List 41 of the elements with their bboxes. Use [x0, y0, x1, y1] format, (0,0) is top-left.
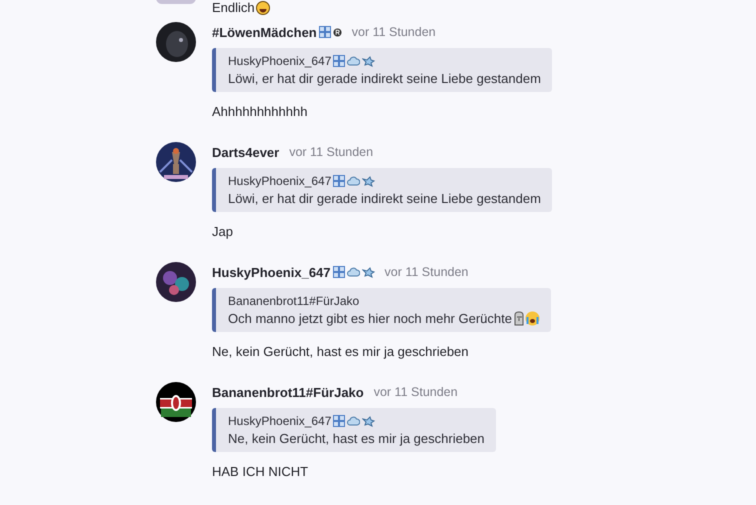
quoted-author: HuskyPhoenix_647 — [228, 174, 332, 188]
message-text: Ne, kein Gerücht, hast es mir ja geschrieben — [212, 344, 469, 359]
reply-quote[interactable]: HuskyPhoenix_647 Löwi, er hat dir gerade indirekt seine Liebe gestandem — [212, 168, 552, 212]
message-text: Ahhhhhhhhhhhh — [212, 104, 308, 119]
message-text: HAB ICH NICHT — [212, 464, 308, 479]
grid-icon — [333, 175, 346, 187]
quoted-text: Löwi, er hat dir gerade indirekt seine Liebe gestandem — [228, 191, 541, 206]
author-name[interactable]: Darts4ever — [212, 144, 280, 160]
author-name[interactable]: #LöwenMädchen — [212, 24, 317, 40]
avatar-icon[interactable] — [156, 382, 196, 422]
quoted-text: Och manno jetzt gibt es hier noch mehr Gerüchte — [228, 311, 512, 326]
avatar-icon[interactable] — [156, 262, 196, 302]
grid-icon — [332, 266, 345, 278]
grid-icon — [333, 415, 346, 427]
cloud-icon — [347, 415, 360, 427]
timestamp: vor 11 Stunden — [289, 145, 374, 159]
timestamp: vor 11 Stunden — [352, 25, 436, 39]
laughing-emoji-icon — [256, 0, 270, 14]
timestamp: vor 11 Stunden — [374, 385, 458, 399]
message-text: Jap — [212, 224, 233, 239]
reply-quote[interactable]: HuskyPhoenix_647 Ne, kein Gerücht, hast es mir ja geschrieben — [212, 408, 496, 452]
quoted-author: Bananenbrot11#FürJako — [228, 294, 360, 308]
quoted-text: Ne, kein Gerücht, hast es mir ja geschrieben — [228, 431, 485, 446]
author-name[interactable]: HuskyPhoenix_647 — [212, 264, 331, 280]
reply-quote[interactable]: HuskyPhoenix_647 Löwi, er hat dir gerade indirekt seine Liebe gestandem — [212, 48, 552, 92]
cloud-icon — [347, 55, 360, 67]
crying-emoji-icon — [524, 311, 540, 326]
quoted-text: Löwi, er hat dir gerade indirekt seine Liebe gestandem — [228, 71, 541, 86]
avatar-icon[interactable] — [156, 142, 196, 182]
quoted-author: HuskyPhoenix_647 — [228, 54, 332, 68]
timestamp: vor 11 Stunden — [384, 265, 468, 279]
grid-icon — [333, 55, 346, 67]
registered-icon — [332, 28, 342, 36]
author-name[interactable]: Bananenbrot11#FürJako — [212, 384, 364, 400]
quoted-author: HuskyPhoenix_647 — [228, 414, 332, 428]
avatar-icon[interactable] — [156, 22, 196, 62]
cloud-icon — [346, 266, 360, 278]
message-text: Endlich — [212, 0, 255, 15]
grid-icon — [318, 26, 331, 38]
cloud-icon — [347, 175, 360, 187]
reply-quote[interactable]: Bananenbrot11#FürJako Och manno jetzt gibt es hier noch mehr Gerüchte — [212, 288, 551, 332]
